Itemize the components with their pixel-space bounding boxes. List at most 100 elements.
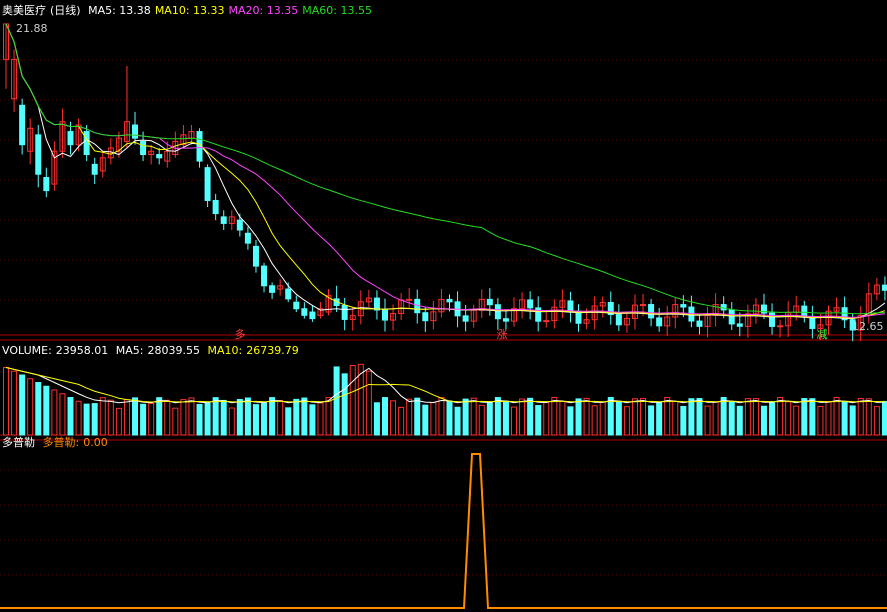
candle-body — [777, 325, 784, 328]
volume-bar — [535, 405, 542, 436]
volume-bar — [817, 405, 824, 436]
candle-body — [422, 312, 429, 322]
volume-title: VOLUME: — [2, 344, 52, 357]
candle-body — [285, 288, 292, 300]
candle-body — [19, 104, 26, 146]
volume-bar — [591, 405, 598, 436]
volume-bar — [107, 399, 114, 436]
volume-bar — [543, 401, 550, 436]
ma-legend-item: MA20: 13.35 — [228, 4, 299, 17]
volume-bar — [3, 367, 9, 436]
candle-body — [91, 163, 98, 175]
volume-bar — [75, 400, 82, 436]
candle-body — [252, 245, 259, 267]
volume-bar — [51, 389, 58, 436]
volume-bar — [27, 378, 34, 436]
candle-body — [67, 131, 74, 146]
volume-bar — [67, 397, 74, 436]
stock-name: 奥美医疗 — [2, 4, 46, 17]
volume-bar — [696, 398, 703, 436]
volume-bar — [680, 405, 687, 436]
volume-bar — [849, 405, 856, 436]
volume-bar — [341, 373, 348, 436]
volume-bar — [406, 398, 413, 436]
candle-body — [406, 298, 413, 301]
candle-body — [309, 311, 316, 320]
indicator-line — [0, 453, 887, 609]
candle-body — [486, 298, 493, 306]
volume-bar — [365, 370, 372, 436]
volume-ma10-value: 26739.79 — [246, 344, 299, 357]
volume-bar — [43, 385, 50, 436]
volume-bar — [196, 403, 203, 436]
ma-legend-item: MA60: 13.55 — [302, 4, 372, 17]
volume-bar — [252, 404, 259, 436]
volume-bar — [35, 382, 42, 436]
volume-bar — [502, 400, 509, 436]
candle-body — [341, 304, 348, 320]
chart-canvas[interactable]: 21.88 12.65 多 涨 减 — [0, 0, 887, 612]
candle-body — [293, 301, 300, 310]
volume-bar — [244, 397, 251, 436]
volume-bar — [269, 397, 276, 436]
low-price-label: 12.65 — [852, 320, 884, 333]
volume-bar — [140, 403, 147, 436]
volume-bar — [462, 398, 469, 436]
candle-body — [527, 299, 534, 309]
volume-bar — [599, 401, 606, 436]
candle-body — [648, 304, 655, 319]
candle-body — [446, 298, 453, 303]
volume-bar — [631, 398, 638, 436]
volume-bar — [309, 404, 316, 436]
volume-bar — [744, 398, 751, 436]
volume-bar — [99, 397, 106, 436]
high-price-label: 21.88 — [16, 22, 48, 35]
volume-bar — [640, 397, 647, 436]
candle-body — [373, 297, 380, 311]
volume-bar — [809, 398, 816, 436]
volume-bar — [333, 366, 340, 436]
volume-bar — [575, 398, 582, 436]
volume-bar — [148, 402, 155, 436]
volume-bar — [615, 400, 622, 436]
volume-bar — [19, 374, 26, 436]
volume-bar — [115, 407, 122, 436]
candle-body — [236, 219, 243, 231]
volume-bar — [648, 405, 655, 436]
volume-bar — [527, 397, 534, 436]
volume-bar — [623, 406, 630, 436]
volume-bar — [301, 397, 308, 436]
candle-body — [156, 154, 163, 159]
indicator-series-label: 多普勒: — [42, 436, 80, 449]
volume-bar — [422, 404, 429, 436]
volume-ma5-label: MA5: — [115, 344, 144, 357]
volume-bar — [236, 398, 243, 436]
signal-marker: 减 — [817, 328, 828, 341]
candle-body — [680, 304, 687, 308]
indicator-series-value: 0.00 — [83, 436, 108, 449]
candle-body — [640, 304, 647, 307]
signal-marker: 涨 — [497, 328, 508, 341]
candle-body — [696, 320, 703, 327]
ma-legend-item: MA10: 13.33 — [154, 4, 225, 17]
volume-bar — [11, 370, 18, 436]
volume-bar — [769, 401, 776, 436]
volume-bar — [841, 401, 848, 436]
volume-bar — [833, 397, 840, 436]
candle-body — [502, 318, 509, 322]
indicator-legend: 多普勒 多普勒: 0.00 — [2, 436, 112, 450]
volume-bar — [398, 406, 405, 436]
volume-bar — [857, 397, 864, 436]
volume-bar — [180, 399, 187, 436]
volume-bar — [720, 397, 727, 436]
candle-body — [204, 167, 211, 201]
volume-bar — [607, 397, 614, 436]
stock-chart-window: { "price_panel": { "stock_name": "奥美医疗",… — [0, 0, 887, 612]
volume-bar — [760, 405, 767, 436]
candle-body — [494, 304, 501, 320]
volume-bar — [881, 400, 887, 436]
volume-bar — [559, 400, 566, 436]
volume-bar — [381, 397, 388, 436]
candle-body — [83, 131, 90, 156]
volume-bar — [228, 407, 235, 436]
